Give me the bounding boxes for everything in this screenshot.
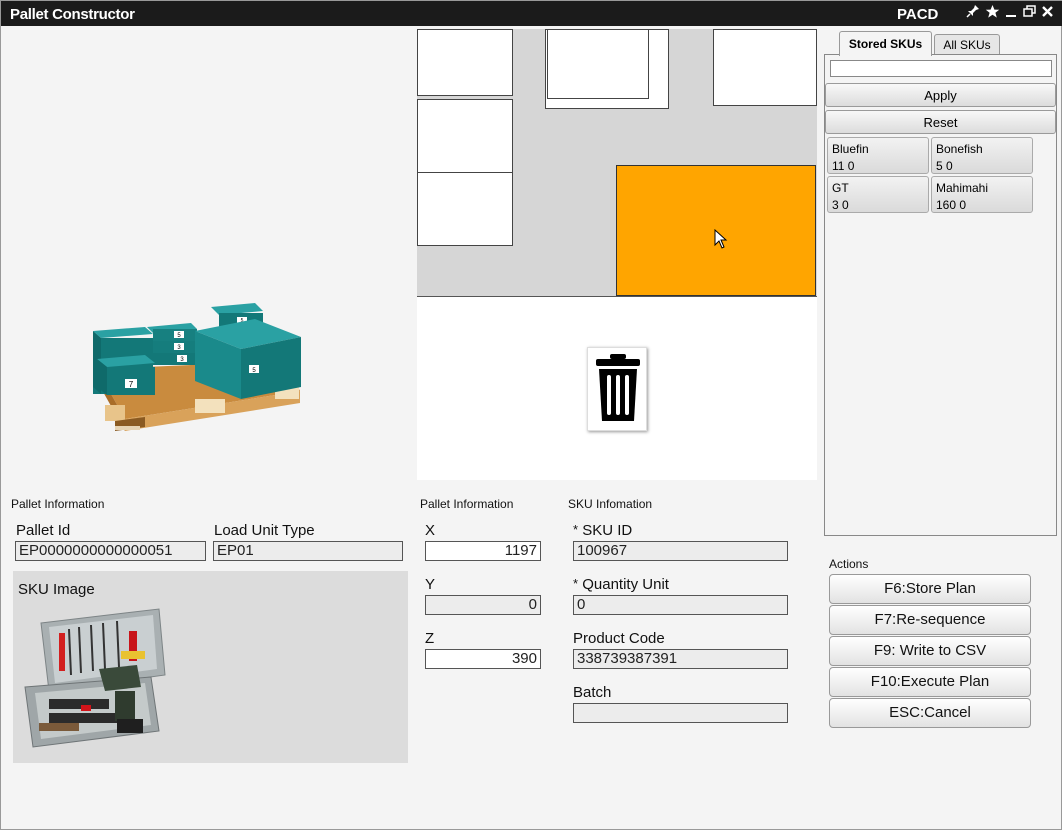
- cancel-button[interactable]: ESC:Cancel: [829, 698, 1031, 728]
- pallet-3d-illustration: 5 3 3 5 5 7: [93, 303, 301, 431]
- batch-field[interactable]: [573, 703, 788, 723]
- x-label: X: [425, 522, 436, 539]
- layout-box[interactable]: [713, 29, 817, 106]
- load-unit-type-label: Load Unit Type: [214, 522, 315, 539]
- y-label: Y: [425, 576, 436, 593]
- mouse-cursor-icon: [714, 229, 728, 249]
- trash-icon: [596, 354, 640, 421]
- load-unit-type-field[interactable]: EP01: [213, 541, 403, 561]
- sku-id-label: * SKU ID: [573, 522, 633, 539]
- store-plan-button[interactable]: F6:Store Plan: [829, 574, 1031, 604]
- product-code-field[interactable]: 338739387391: [573, 649, 788, 669]
- sku-card[interactable]: GT 3 0: [827, 176, 929, 213]
- sku-counts: 11 0: [832, 159, 855, 173]
- sku-counts: 3 0: [832, 198, 849, 212]
- sku-id-field[interactable]: 100967: [573, 541, 788, 561]
- sku-name: Bluefin: [832, 142, 869, 156]
- pin-icon[interactable]: [965, 4, 981, 22]
- execute-plan-button[interactable]: F10:Execute Plan: [829, 667, 1031, 697]
- sku-info-heading: SKU Infomation: [568, 497, 653, 511]
- tab-stored-skus[interactable]: Stored SKUs: [839, 31, 932, 56]
- layout-box[interactable]: [417, 99, 513, 173]
- pallet-constructor-window: Pallet Constructor PACD 5 3 3 5 5 7 Stor…: [0, 0, 1062, 830]
- batch-label: Batch: [573, 684, 612, 701]
- sku-counts: 5 0: [936, 159, 953, 173]
- sku-name: Bonefish: [936, 142, 983, 156]
- y-field[interactable]: 0: [425, 595, 541, 615]
- sku-image-panel: SKU Image: [13, 571, 408, 763]
- box-label: 7: [129, 380, 134, 389]
- star-icon[interactable]: [984, 4, 1000, 22]
- pallet-3d-view[interactable]: 5 3 3 5 5 7: [5, 29, 413, 481]
- sku-counts: 160 0: [936, 198, 967, 212]
- quantity-unit-field[interactable]: 0: [573, 595, 788, 615]
- x-field[interactable]: 1197: [425, 541, 541, 561]
- product-code-label: Product Code: [573, 630, 665, 647]
- pallet-layout-canvas[interactable]: [417, 29, 817, 297]
- layout-box[interactable]: [547, 29, 649, 99]
- pallet-position-heading: Pallet Information: [420, 497, 514, 511]
- close-icon[interactable]: [1039, 4, 1055, 22]
- sku-image: [24, 608, 166, 748]
- sku-card[interactable]: Bluefin 11 0: [827, 137, 929, 174]
- title-bar: Pallet Constructor PACD: [1, 1, 1062, 26]
- sku-image-label: SKU Image: [18, 581, 95, 598]
- required-marker: *: [573, 576, 579, 591]
- quantity-unit-label: * Quantity Unit: [573, 576, 669, 593]
- pallet-info-heading: Pallet Information: [11, 497, 105, 511]
- sku-name: GT: [832, 181, 849, 195]
- actions-heading: Actions: [829, 557, 869, 571]
- window-title: Pallet Constructor: [10, 6, 135, 23]
- required-marker: *: [573, 522, 579, 537]
- resequence-button[interactable]: F7:Re-sequence: [829, 605, 1031, 635]
- minimize-icon[interactable]: [1003, 4, 1019, 22]
- reset-button[interactable]: Reset: [825, 110, 1056, 134]
- z-label: Z: [425, 630, 435, 647]
- pallet-id-field[interactable]: EP0000000000000051: [15, 541, 206, 561]
- tab-all-skus[interactable]: All SKUs: [934, 34, 1000, 55]
- pallet-id-label: Pallet Id: [16, 522, 71, 539]
- sku-name: Mahimahi: [936, 181, 989, 195]
- restore-icon[interactable]: [1021, 4, 1037, 22]
- z-field[interactable]: 390: [425, 649, 541, 669]
- layout-box[interactable]: [417, 29, 513, 96]
- layout-box[interactable]: [417, 172, 513, 246]
- trash-bin[interactable]: [587, 347, 647, 431]
- sku-card[interactable]: Bonefish 5 0: [931, 137, 1033, 174]
- sku-search-input[interactable]: [830, 60, 1052, 77]
- apply-button[interactable]: Apply: [825, 83, 1056, 107]
- sku-card[interactable]: Mahimahi 160 0: [931, 176, 1033, 213]
- app-name: PACD: [897, 6, 939, 23]
- write-csv-button[interactable]: F9: Write to CSV: [829, 636, 1031, 666]
